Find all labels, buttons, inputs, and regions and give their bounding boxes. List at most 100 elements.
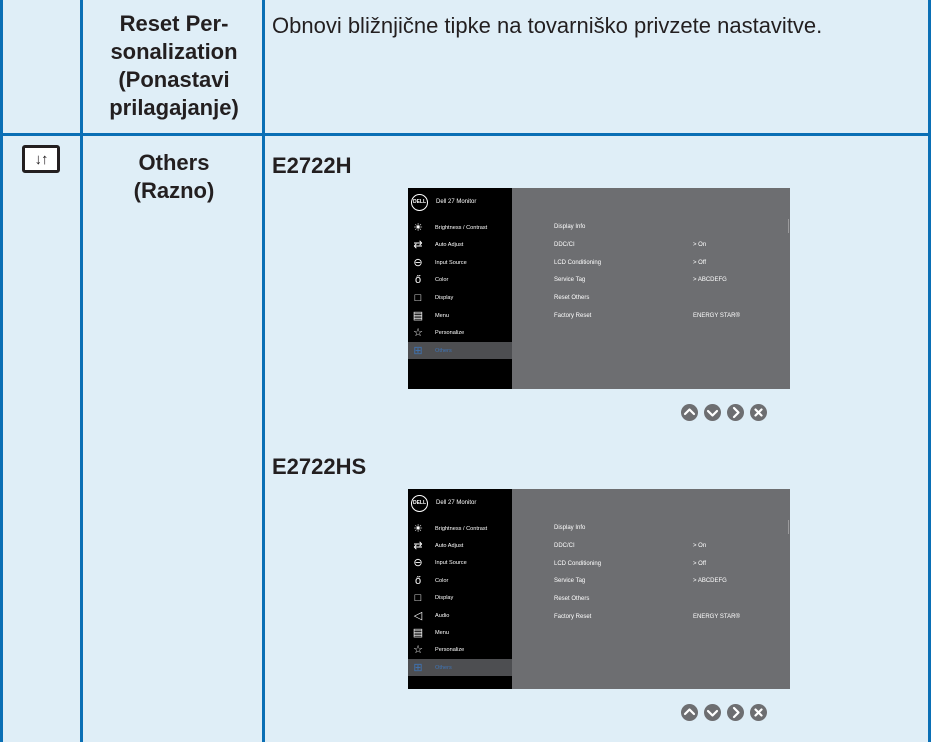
auto-adjust-icon: ⇄: [413, 239, 423, 252]
osd-menu-item[interactable]: ő Color: [408, 572, 512, 589]
input-source-icon: ⊖: [413, 256, 423, 269]
osd-option-label[interactable]: LCD Conditioning: [554, 260, 601, 266]
table-border: [262, 0, 265, 742]
osd-menu-item[interactable]: ☀ Brightness / Contrast: [408, 219, 512, 236]
osd-option-label[interactable]: Factory Reset: [554, 313, 591, 319]
up-button[interactable]: [681, 404, 698, 421]
color-icon: ő: [414, 274, 422, 287]
osd-menu-item[interactable]: ⊖ Input Source: [408, 555, 512, 572]
model-title: E2722H: [272, 153, 352, 178]
osd-option-value: > ABCDEFG: [693, 277, 727, 284]
osd-option-label[interactable]: LCD Conditioning: [554, 561, 601, 567]
display-icon: □: [414, 592, 422, 605]
osd-menu-item[interactable]: ⊞ Others: [408, 659, 512, 677]
down-button[interactable]: [704, 704, 721, 721]
osd-option-value: ENERGY STAR®: [693, 313, 740, 319]
settings-table: Reset Per- sonalization (Ponastavi prila…: [0, 0, 931, 742]
close-button[interactable]: [750, 704, 767, 721]
brightness-icon: ☀: [413, 221, 423, 234]
osd-menu-label: Audio: [435, 612, 450, 619]
osd-option-value: > Off: [693, 560, 707, 567]
osd-menu-item[interactable]: ⊞ Others: [408, 342, 512, 360]
osd-menu-label: Brightness / Contrast: [435, 224, 488, 231]
osd-option-label[interactable]: Display Info: [554, 525, 585, 531]
osd-option-label[interactable]: Reset Others: [554, 295, 589, 301]
osd-scrollbar: [788, 219, 789, 233]
osd-menu-label: Display: [435, 595, 454, 602]
osd-option-label[interactable]: Reset Others: [554, 596, 589, 602]
osd-menu-label: Personalize: [435, 330, 465, 337]
osd-screenshot: DELL Dell 27 Monitor ☀ Brightness / Contr…: [408, 489, 790, 689]
others-name: Others (Razno): [133, 150, 215, 203]
table-border: [0, 133, 931, 136]
auto-adjust-icon: ⇄: [413, 539, 423, 552]
osd-menu-label: Menu: [435, 312, 449, 319]
osd-option-value: > On: [693, 542, 707, 549]
dell-logo: DELL: [411, 494, 428, 512]
down-button[interactable]: [704, 404, 721, 421]
osd-menu-label: Others: [435, 347, 452, 354]
osd-option-label[interactable]: Service Tag: [554, 578, 585, 584]
osd-option-label[interactable]: Factory Reset: [554, 614, 591, 620]
osd-menu-item[interactable]: □ Display: [408, 289, 512, 306]
osd-title: Dell 27 Monitor: [436, 500, 477, 506]
osd-menu-label: Color: [435, 577, 449, 584]
osd-menu-label: Input Source: [435, 259, 467, 266]
osd-menu-label: Input Source: [435, 560, 467, 567]
osd-option-label[interactable]: Display Info: [554, 224, 585, 230]
display-icon: □: [414, 291, 422, 304]
osd-title: Dell 27 Monitor: [436, 199, 477, 205]
osd-menu-label: Personalize: [435, 647, 465, 654]
right-button[interactable]: [727, 404, 744, 421]
osd-menu-item[interactable]: ⇄ Auto Adjust: [408, 237, 512, 254]
others-icon: ⊞: [413, 344, 423, 357]
personalize-icon: ☆: [413, 327, 423, 340]
nav-buttons: [681, 404, 767, 421]
osd-option-value: ENERGY STAR®: [693, 614, 740, 620]
osd-menu-item[interactable]: ☆ Personalize: [408, 325, 512, 342]
menu-icon: ▤: [412, 626, 424, 639]
input-source-icon: ⊖: [413, 557, 423, 570]
osd-menu-label: Auto Adjust: [435, 542, 464, 549]
osd-menu-label: Display: [435, 294, 454, 301]
osd-option-label[interactable]: Service Tag: [554, 277, 585, 283]
osd-menu-item[interactable]: ▤ Menu: [408, 307, 512, 324]
nav-buttons: [681, 704, 767, 721]
audio-icon: ◁: [413, 609, 423, 622]
osd-menu-label: Others: [435, 664, 452, 671]
osd-menu-item[interactable]: ☆ Personalize: [408, 642, 512, 659]
osd-header: DELL Dell 27 Monitor: [408, 489, 512, 517]
osd-menu-item[interactable]: ⊖ Input Source: [408, 254, 512, 271]
osd-menu-item[interactable]: ő Color: [408, 272, 512, 289]
osd-menu-item[interactable]: ▤ Menu: [408, 624, 512, 641]
osd-menu-item[interactable]: ◁ Audio: [408, 607, 512, 624]
osd-screenshot: DELL Dell 27 Monitor ☀ Brightness / Contr…: [408, 188, 790, 389]
menu-icon: ▤: [412, 309, 424, 322]
up-button[interactable]: [681, 704, 698, 721]
osd-menu-item[interactable]: ⇄ Auto Adjust: [408, 537, 512, 554]
right-button[interactable]: [727, 704, 744, 721]
osd-option-label[interactable]: DDC/CI: [554, 543, 575, 549]
reset-personalization-description: Obnovi bližnjične tipke na tovarniško pr…: [272, 13, 823, 38]
osd-option-value: > On: [693, 241, 707, 248]
osd-scrollbar: [788, 520, 789, 534]
close-button[interactable]: [750, 404, 767, 421]
personalize-icon: ☆: [413, 644, 423, 657]
others-icon: ⊞: [413, 661, 423, 674]
osd-menu-label: Color: [435, 277, 449, 284]
osd-option-label[interactable]: DDC/CI: [554, 242, 575, 248]
osd-header: DELL Dell 27 Monitor: [408, 188, 512, 216]
table-border: [0, 0, 3, 742]
others-sliders-icon: ↓↑: [22, 145, 60, 173]
dell-logo: DELL: [411, 193, 428, 211]
osd-option-value: > ABCDEFG: [693, 578, 727, 585]
color-icon: ő: [414, 574, 422, 587]
osd-option-value: > Off: [693, 259, 707, 266]
osd-menu-label: Brightness / Contrast: [435, 525, 488, 532]
reset-personalization-name: Reset Per- sonalization (Ponastavi prila…: [109, 11, 239, 120]
table-border: [80, 0, 83, 742]
osd-menu-label: Menu: [435, 629, 449, 636]
osd-menu-label: Auto Adjust: [435, 242, 464, 249]
osd-menu-item[interactable]: ☀ Brightness / Contrast: [408, 520, 512, 537]
osd-menu-item[interactable]: □ Display: [408, 590, 512, 607]
